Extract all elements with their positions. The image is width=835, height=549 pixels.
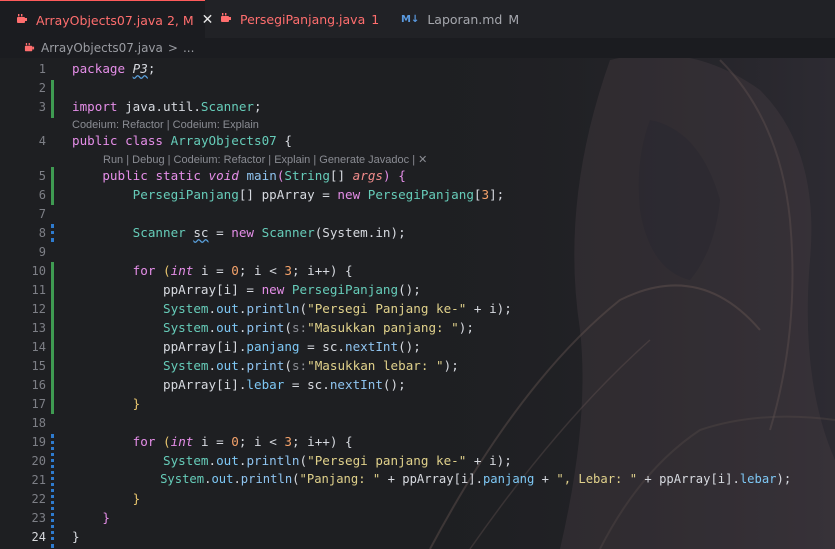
code-editor[interactable]: 1 2 3 4 5 6 7 8 9 10 11 12 13 14 15 16 1… xyxy=(0,58,835,549)
java-icon xyxy=(220,13,232,25)
codelens-class[interactable]: Codeium: Refactor | Codeium: Explain xyxy=(72,119,259,131)
line-number: 14 xyxy=(31,340,46,354)
code-line: for (int i = 0; i < 3; i++) { xyxy=(132,263,353,278)
line-number: 4 xyxy=(38,134,46,148)
line-number: 10 xyxy=(31,264,46,278)
tab-label: Laporan.md xyxy=(427,11,503,27)
breadcrumb: ArrayObjects07.java > ... xyxy=(0,38,835,58)
line-number: 15 xyxy=(31,359,46,373)
line-number: 19 xyxy=(31,435,46,449)
line-number: 6 xyxy=(38,188,46,202)
code-line: ppArray[i] = new PersegiPanjang(); xyxy=(163,282,421,297)
code-line: package P3; xyxy=(72,61,156,76)
code-line: System.out.println("Panjang: " + ppArray… xyxy=(160,472,792,486)
line-number: 22 xyxy=(31,492,46,506)
line-number: 24 xyxy=(31,530,46,544)
code-line: System.out.println("Persegi panjang ke-"… xyxy=(163,453,512,468)
code-line: System.out.println("Persegi Panjang ke-"… xyxy=(163,301,512,316)
line-number: 11 xyxy=(31,283,46,297)
code-line: Scanner sc = new Scanner(System.in); xyxy=(132,225,406,240)
line-number: 3 xyxy=(38,100,46,114)
tab-badge: M xyxy=(508,11,520,27)
line-number: 12 xyxy=(31,302,46,316)
tab-label: PersegiPanjang.java xyxy=(240,11,366,27)
java-icon xyxy=(24,42,35,54)
line-number: 5 xyxy=(38,169,46,183)
modified-line-marker xyxy=(51,224,54,242)
line-number: 1 xyxy=(38,62,46,76)
breadcrumb-more[interactable]: ... xyxy=(183,41,194,55)
code-line: System.out.print(s:"Masukkan panjang: ")… xyxy=(163,320,474,335)
tab-badge: 2, M xyxy=(166,12,194,28)
code-line: public class ArrayObjects07 { xyxy=(72,133,292,148)
added-lines-marker xyxy=(51,262,54,414)
code-line: public static void main(String[] args) { xyxy=(102,168,406,183)
line-number: 7 xyxy=(38,207,46,221)
line-number: 8 xyxy=(38,226,46,240)
tab-laporan[interactable]: M↓ Laporan.md M xyxy=(387,0,532,38)
tab-label: ArrayObjects07.java xyxy=(36,12,163,28)
code-line: } xyxy=(132,491,141,506)
line-number: 23 xyxy=(31,511,46,525)
code-line: System.out.print(s:"Masukkan lebar: "); xyxy=(163,358,459,373)
line-number: 18 xyxy=(31,416,46,430)
line-number: 21 xyxy=(31,473,46,487)
line-number: 20 xyxy=(31,454,46,468)
line-number: 13 xyxy=(31,321,46,335)
code-line: ppArray[i].panjang = sc.nextInt(); xyxy=(163,339,421,354)
markdown-icon: M↓ xyxy=(401,13,420,25)
line-number: 16 xyxy=(31,378,46,392)
code-line: ppArray[i].lebar = sc.nextInt(); xyxy=(163,377,406,392)
added-lines-marker xyxy=(51,80,54,118)
line-number: 2 xyxy=(38,81,46,95)
code-line: } xyxy=(132,396,141,411)
editor-tab-bar: ArrayObjects07.java 2, M ✕ PersegiPanjan… xyxy=(0,0,835,39)
tab-badge: 1 xyxy=(371,11,380,27)
line-number: 17 xyxy=(31,397,46,411)
code-line: for (int i = 0; i < 3; i++) { xyxy=(132,434,353,449)
added-lines-marker xyxy=(51,167,54,205)
code-line: } xyxy=(102,510,110,525)
line-number: 9 xyxy=(38,245,46,259)
tab-arrayobjects07[interactable]: ArrayObjects07.java 2, M ✕ xyxy=(0,0,213,39)
code-line: } xyxy=(72,529,80,544)
breadcrumb-file[interactable]: ArrayObjects07.java xyxy=(41,41,163,55)
code-line: import java.util.Scanner; xyxy=(72,99,262,114)
java-icon xyxy=(16,14,28,26)
modified-lines-marker xyxy=(51,434,54,548)
codelens-method[interactable]: Run | Debug | Codeium: Refactor | Explai… xyxy=(103,153,427,166)
breadcrumb-separator: > xyxy=(167,41,178,55)
code-line: PersegiPanjang[] ppArray = new PersegiPa… xyxy=(132,187,505,202)
tab-persegipanjang[interactable]: PersegiPanjang.java 1 xyxy=(206,0,386,38)
